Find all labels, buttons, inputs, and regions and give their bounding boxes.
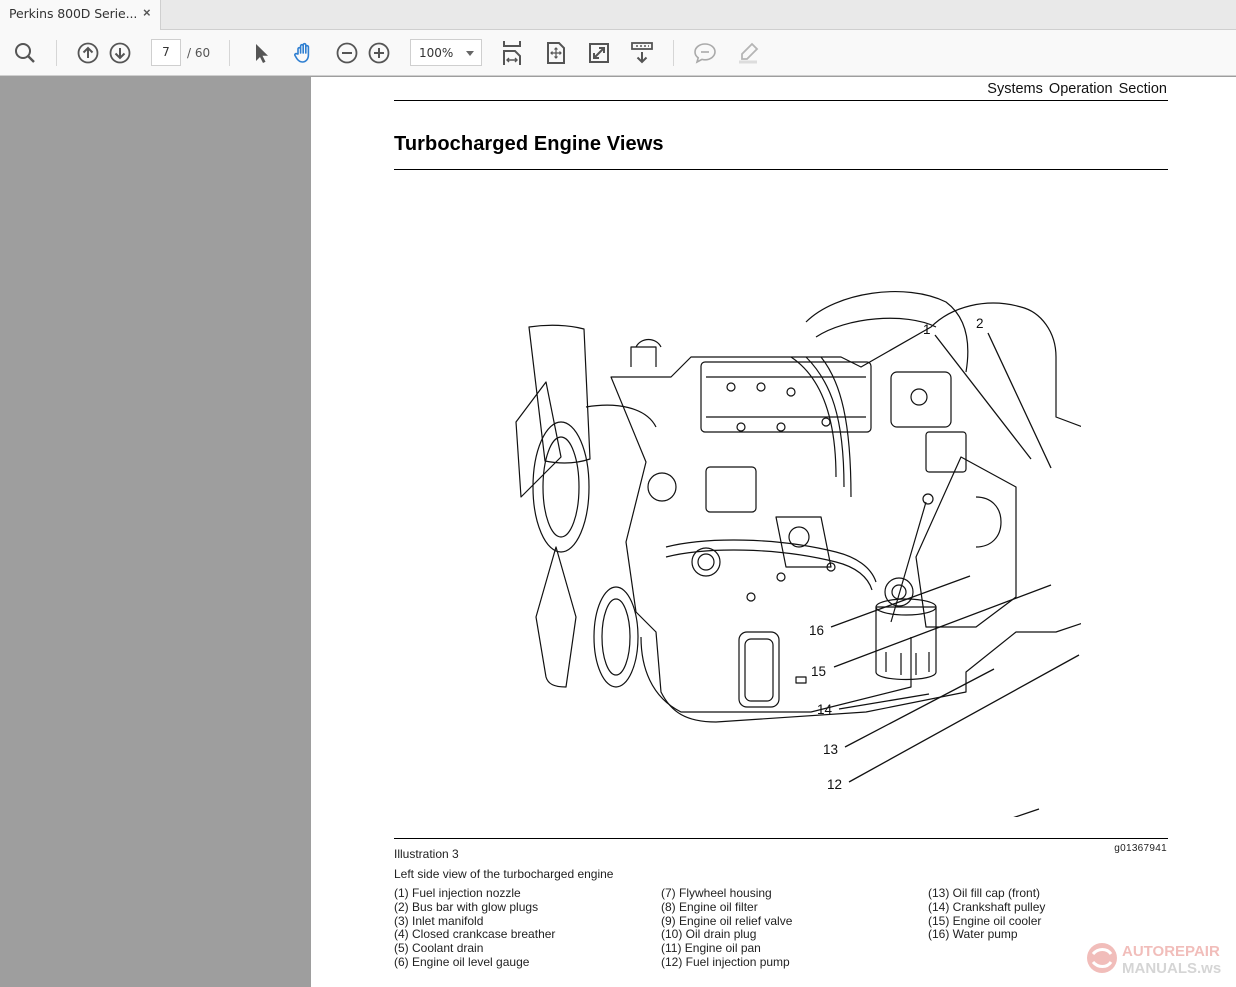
page-total: / 60 (187, 46, 211, 60)
highlight-icon (739, 42, 759, 64)
toolbar-divider (56, 40, 57, 66)
illustration-description: Left side view of the turbocharged engin… (394, 867, 614, 881)
comment-button[interactable] (690, 38, 720, 68)
page-number-input[interactable]: 7 (151, 39, 181, 66)
legend-item: (11) Engine oil pan (661, 941, 761, 956)
legend-item: (13) Oil fill cap (front) (928, 886, 1041, 900)
callout-14: 14 (817, 702, 833, 717)
legend-column-1: (1) Fuel injection nozzle (2) Bus bar wi… (394, 886, 556, 970)
watermark-line-1: AUTOREPAIR (1122, 943, 1220, 960)
title-rule (394, 169, 1168, 170)
leader-16 (830, 575, 971, 628)
zoom-level-value: 100% (419, 46, 454, 60)
leader-1 (934, 334, 1032, 460)
legend-column-2: (7) Flywheel housing (8) Engine oil filt… (661, 886, 793, 970)
toolbar-divider (229, 40, 230, 66)
zoom-out-button[interactable] (332, 38, 362, 68)
search-icon (15, 43, 35, 63)
fit-page-icon (547, 42, 565, 64)
legend-item: (8) Engine oil filter (661, 899, 758, 914)
legend-item: (5) Coolant drain (394, 941, 484, 956)
callout-labels: 1 2 3 4 5 6 7 8 9 10 11 12 13 14 15 16 (809, 316, 984, 792)
leader-11 (1013, 808, 1040, 817)
callout-12: 12 (827, 777, 842, 792)
page-title: Turbocharged Engine Views (394, 133, 664, 155)
zoom-level-select[interactable]: 100% (410, 39, 482, 66)
chevron-down-icon (466, 51, 474, 56)
legend-item: (16) Water pump (928, 927, 1018, 942)
hand-tool-button[interactable] (289, 38, 319, 68)
fit-width-icon (503, 41, 521, 65)
legend-item: (2) Bus bar with glow plugs (394, 899, 539, 914)
legend-item: (4) Closed crankcase breather (394, 927, 556, 942)
callout-2: 2 (976, 316, 984, 331)
legend-item: (7) Flywheel housing (661, 886, 772, 900)
watermark-emblem-icon (1087, 943, 1117, 973)
leader-13 (844, 668, 995, 748)
scroll-mode-icon (631, 42, 653, 64)
section-header: Systems Operation Section (987, 81, 1167, 97)
header-rule (394, 100, 1168, 101)
tab-title: Perkins 800D Serie... (9, 6, 138, 21)
fullscreen-button[interactable] (584, 38, 614, 68)
scroll-mode-button[interactable] (627, 38, 657, 68)
legend-column-3: (13) Oil fill cap (front) (14) Crankshaf… (928, 886, 1046, 942)
comment-icon (694, 43, 716, 64)
pdf-page: Systems Operation Section Turbocharged E… (311, 77, 1236, 987)
callout-13: 13 (823, 742, 838, 757)
legend-item: (1) Fuel injection nozzle (394, 886, 521, 900)
leader-12 (848, 654, 1080, 783)
legend-item: (3) Inlet manifold (394, 913, 484, 928)
fit-width-button[interactable] (497, 38, 527, 68)
legend-item: (12) Fuel injection pump (661, 954, 790, 969)
legend-item: (14) Crankshaft pulley (928, 899, 1046, 914)
zoom-out-icon (336, 42, 358, 64)
callout-leaders (830, 332, 1080, 817)
legend-item: (6) Engine oil level gauge (394, 954, 530, 969)
hand-tool-icon (294, 42, 310, 63)
document-tab[interactable]: Perkins 800D Serie... × (0, 0, 161, 31)
leader-15 (833, 584, 1052, 668)
select-arrow-icon (256, 44, 268, 63)
fit-page-button[interactable] (541, 38, 571, 68)
tab-bar: Perkins 800D Serie... × (0, 0, 1236, 31)
zoom-in-icon (368, 42, 390, 64)
toolbar-divider (673, 40, 674, 66)
select-tool-button[interactable] (246, 38, 276, 68)
engine-illustration: 1 2 3 4 5 6 7 8 9 10 11 12 13 14 15 16 (515, 291, 1081, 817)
caption-rule (394, 838, 1168, 839)
highlight-button[interactable] (733, 38, 763, 68)
previous-page-button[interactable] (73, 38, 103, 68)
fullscreen-icon (589, 43, 609, 63)
next-page-button[interactable] (105, 38, 135, 68)
page-down-icon (109, 42, 131, 64)
leader-2 (987, 332, 1052, 469)
engine-drawing (515, 291, 1081, 723)
legend-item: (15) Engine oil cooler (928, 913, 1042, 928)
search-button[interactable] (10, 38, 40, 68)
callout-16: 16 (809, 623, 824, 638)
graphic-id: g01367941 (1114, 843, 1167, 854)
page-up-icon (77, 42, 99, 64)
watermark-logo: AUTOREPAIR MANUALS.ws (1087, 943, 1221, 977)
legend-item: (10) Oil drain plug (661, 927, 757, 942)
watermark-line-2: MANUALS.ws (1122, 960, 1221, 977)
callout-15: 15 (811, 664, 826, 679)
close-tab-icon[interactable]: × (143, 5, 151, 20)
illustration-label: Illustration 3 (394, 847, 459, 861)
legend-item: (9) Engine oil relief valve (661, 913, 793, 928)
toolbar: 7 / 60 100% (0, 30, 1236, 76)
callout-1: 1 (923, 322, 931, 337)
zoom-in-button[interactable] (364, 38, 394, 68)
document-background-pane (0, 77, 311, 987)
